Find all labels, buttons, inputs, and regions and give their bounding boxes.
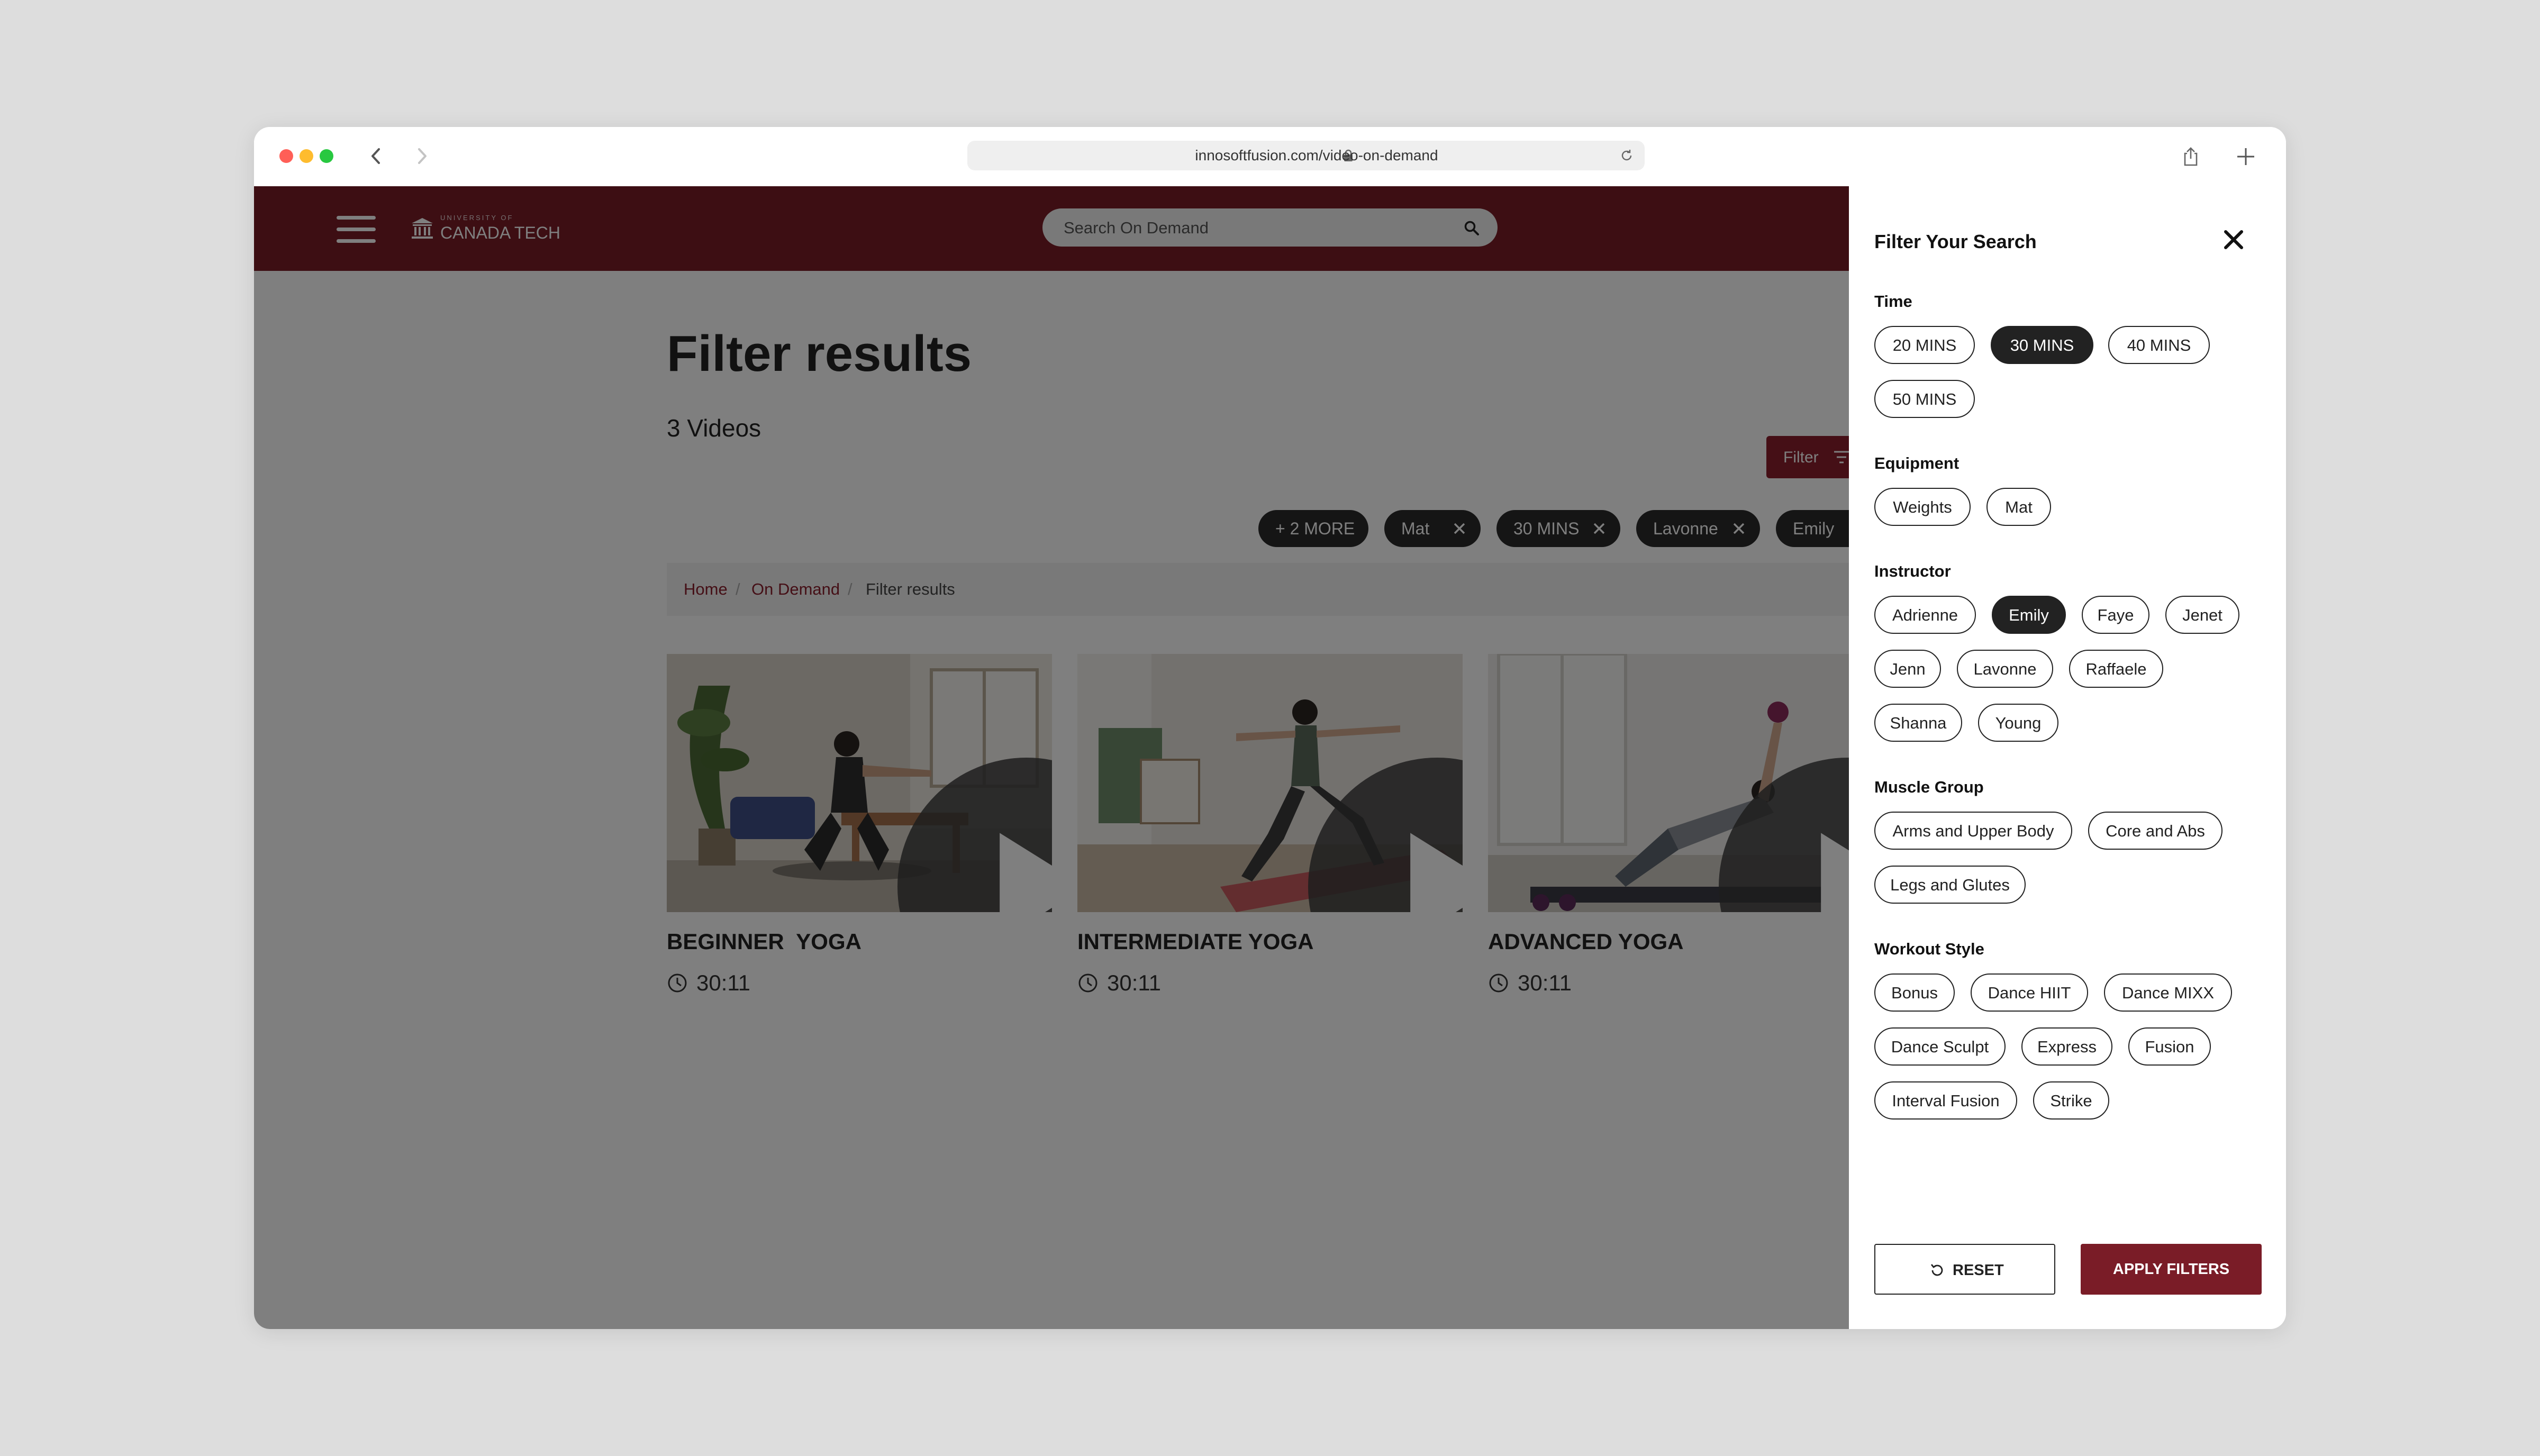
time-option-40-mins[interactable]: 40 MINS [2108, 326, 2210, 364]
close-window-button[interactable] [279, 149, 293, 163]
workout-option-dance-hiit[interactable]: Dance HIIT [1971, 973, 2088, 1012]
workout-option-interval-fusion[interactable]: Interval Fusion [1874, 1081, 2017, 1120]
apply-filters-button[interactable]: APPLY FILTERS [2081, 1244, 2262, 1295]
equipment-option-weights[interactable]: Weights [1874, 488, 1971, 526]
section-label-muscle-group: Muscle Group [1874, 778, 1984, 796]
instructor-option-emily[interactable]: Emily [1992, 596, 2066, 634]
instructor-option-adrienne[interactable]: Adrienne [1874, 596, 1976, 634]
time-option-50-mins[interactable]: 50 MINS [1874, 380, 1975, 418]
modal-backdrop[interactable] [254, 186, 1849, 1329]
close-icon[interactable] [2221, 228, 2246, 252]
reset-icon [1930, 1264, 1943, 1276]
equipment-option-mat[interactable]: Mat [1986, 488, 2051, 526]
section-label-instructor: Instructor [1874, 562, 1951, 580]
workout-option-fusion[interactable]: Fusion [2128, 1027, 2211, 1066]
instructor-option-jenn[interactable]: Jenn [1874, 650, 1941, 688]
reset-label: RESET [1953, 1262, 2004, 1279]
reload-icon[interactable] [1619, 148, 1634, 163]
section-label-workout-style: Workout Style [1874, 940, 1984, 958]
forward-arrow-icon[interactable] [409, 143, 435, 169]
instructor-option-faye[interactable]: Faye [2082, 596, 2149, 634]
back-arrow-icon[interactable] [363, 143, 389, 169]
muscle-option-arms-upper-body[interactable]: Arms and Upper Body [1874, 812, 2072, 850]
minimize-window-button[interactable] [300, 149, 313, 163]
instructor-option-shanna[interactable]: Shanna [1874, 704, 1962, 742]
browser-toolbar: innosoftfusion.com/video-on-demand [254, 127, 2286, 186]
workout-option-express[interactable]: Express [2021, 1027, 2112, 1066]
filter-panel: Filter Your Search Time 20 MINS 30 MINS … [1849, 186, 2286, 1329]
instructor-option-jenet[interactable]: Jenet [2165, 596, 2239, 634]
time-option-20-mins[interactable]: 20 MINS [1874, 326, 1975, 364]
share-icon[interactable] [2179, 145, 2202, 168]
panel-title: Filter Your Search [1874, 231, 2037, 252]
browser-window: innosoftfusion.com/video-on-demand Searc… [254, 127, 2286, 1329]
workout-option-dance-sculpt[interactable]: Dance Sculpt [1874, 1027, 2006, 1066]
maximize-window-button[interactable] [320, 149, 333, 163]
section-label-equipment: Equipment [1874, 454, 1960, 472]
instructor-option-raffaele[interactable]: Raffaele [2069, 650, 2163, 688]
url-text: innosoftfusion.com/video-on-demand [1195, 147, 1438, 163]
workout-option-bonus[interactable]: Bonus [1874, 973, 1955, 1012]
muscle-option-legs-glutes[interactable]: Legs and Glutes [1874, 866, 2026, 904]
address-bar[interactable]: innosoftfusion.com/video-on-demand [967, 141, 1645, 170]
new-tab-icon[interactable] [2234, 145, 2257, 168]
reset-button[interactable]: RESET [1874, 1244, 2055, 1295]
instructor-option-young[interactable]: Young [1978, 704, 2058, 742]
section-label-time: Time [1874, 292, 1912, 311]
site-page: UNIVERSITY OF CANADA TECH Filter results… [254, 186, 1849, 1329]
instructor-option-lavonne[interactable]: Lavonne [1957, 650, 2053, 688]
workout-option-dance-mixx[interactable]: Dance MIXX [2104, 973, 2232, 1012]
muscle-option-core-abs[interactable]: Core and Abs [2088, 812, 2222, 850]
time-option-30-mins[interactable]: 30 MINS [1991, 326, 2093, 364]
workout-option-strike[interactable]: Strike [2033, 1081, 2109, 1120]
